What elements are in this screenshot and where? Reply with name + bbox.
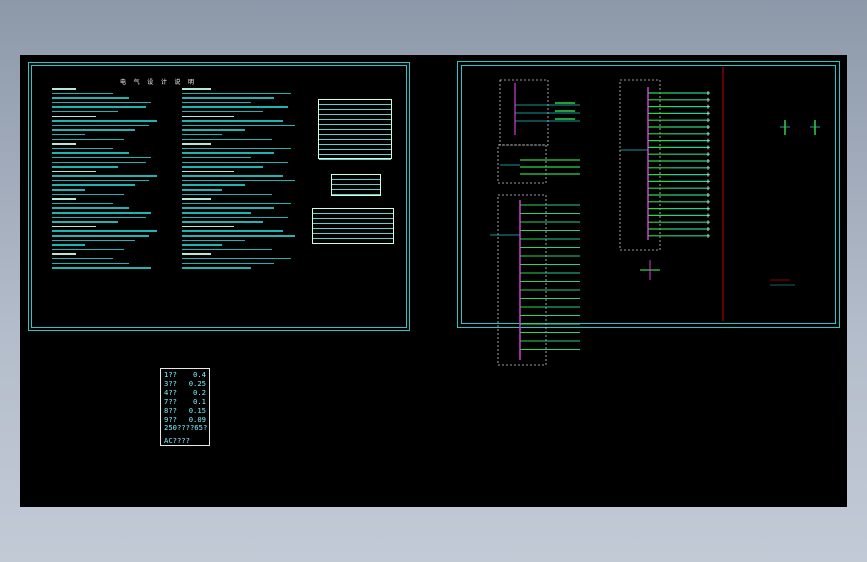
- load-legend-box[interactable]: 1?? 0.4 3?? 0.25 4?? 0.2 7?? 0.1 8?? 0.15 9?? 0.09 2…: [160, 368, 210, 446]
- legend-value: ??65?: [185, 423, 208, 433]
- panel-box: [619, 79, 661, 251]
- legend-row: 250?? ??65?: [164, 423, 208, 433]
- legend-label: 250??: [164, 423, 186, 433]
- drawing-canvas[interactable]: 电 气 设 计 说 明 1?? 0.4 3?? 0.25 4?? 0.2 7?? 0.1 8??…: [20, 55, 847, 507]
- panel-box: [499, 79, 549, 146]
- panel-box: [497, 144, 547, 184]
- legend-total: AC????: [164, 436, 190, 446]
- diagram-linework: [490, 67, 820, 366]
- panel-box: [497, 194, 547, 366]
